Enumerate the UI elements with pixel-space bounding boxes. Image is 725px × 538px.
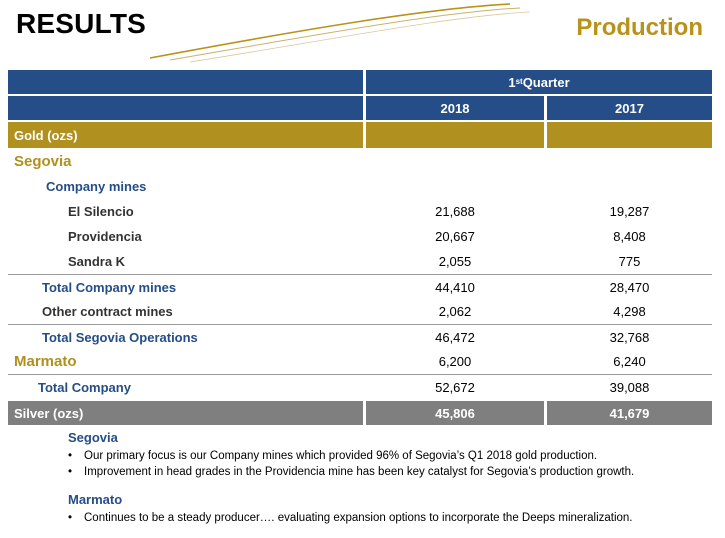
quarter-header: 1st Quarter: [366, 70, 712, 94]
silver-row: Silver (ozs) 45,806 41,679: [8, 401, 712, 425]
section-title: Production: [576, 14, 703, 41]
silver-label: Silver (ozs): [8, 401, 363, 425]
marmato-note-heading: Marmato: [68, 492, 123, 507]
page-title: RESULTS: [16, 8, 146, 39]
header-row-years: 2018 2017: [8, 96, 712, 120]
segovia-note-heading: Segovia: [68, 430, 118, 445]
list-item: • Our primary focus is our Company mines…: [68, 450, 598, 462]
table-row: Company mines: [46, 179, 147, 194]
table-row: Providencia 20,667 8,408: [68, 229, 646, 244]
list-item: • Improvement in head grades in the Prov…: [68, 466, 635, 478]
table-row: Total Segovia Operations 46,472 32,768: [8, 324, 712, 349]
production-table: 1st Quarter 2018 2017 Gold (ozs) Segovia…: [8, 70, 712, 425]
bullet-icon: •: [68, 450, 73, 462]
table-row: Other contract mines 2,062 4,298: [42, 304, 646, 319]
commentary: Segovia • Our primary focus is our Compa…: [68, 430, 718, 526]
col-header-2017: 2017: [547, 96, 712, 120]
table-row: Sandra K 2,055 775: [68, 254, 641, 269]
gold-section-row: Gold (ozs): [8, 122, 712, 148]
col-header-2018: 2018: [366, 96, 544, 120]
list-item: • Continues to be a steady producer…. ev…: [68, 512, 633, 524]
bullet-icon: •: [68, 512, 73, 524]
table-row: Total Company mines 44,410 28,470: [8, 274, 712, 299]
table-row: Total Company 52,672 39,088: [8, 374, 712, 399]
table-row: Segovia: [14, 153, 72, 170]
gold-label: Gold (ozs): [8, 122, 363, 148]
header-row-quarter: 1st Quarter: [8, 70, 712, 94]
table-row: Marmato 6,200 6,240: [14, 353, 646, 370]
bullet-icon: •: [68, 466, 73, 478]
table-row: El Silencio 21,688 19,287: [68, 204, 650, 219]
